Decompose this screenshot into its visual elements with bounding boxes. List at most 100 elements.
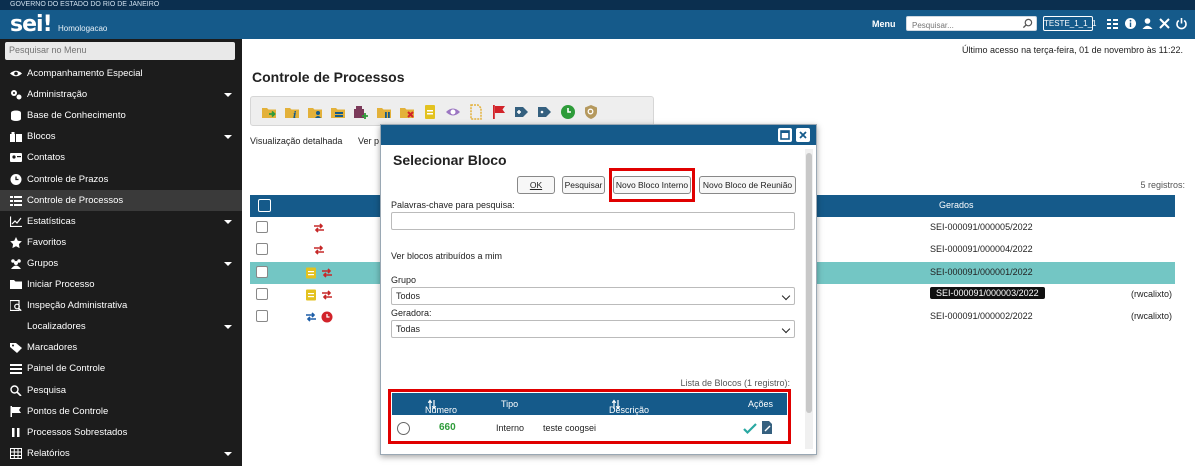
environment-label: Homologacao [58,24,108,33]
tag-edit-icon[interactable] [537,104,553,120]
folder-user-icon[interactable] [307,104,323,120]
caret-down-icon [224,325,232,330]
row-checkbox[interactable] [256,265,268,278]
scrollbar-thumb[interactable] [806,153,812,413]
swap-red-icon[interactable] [321,289,333,301]
star-icon [10,236,22,248]
tag-add-icon[interactable] [514,104,530,120]
info-icon[interactable] [1124,17,1137,30]
search-icon[interactable] [1022,18,1033,29]
note-icon[interactable] [305,289,317,301]
process-number-link[interactable]: SEI-000091/000002/2022 [930,311,1033,321]
document-icon[interactable] [422,104,438,120]
sidebar-item-contatos[interactable]: Contatos [0,147,242,168]
user-icon[interactable] [1141,17,1154,30]
row-checkbox[interactable] [256,287,268,300]
process-number-link[interactable]: SEI-000091/000003/2022 [930,286,1045,299]
sidebar-item-painel-de-controle[interactable]: Painel de Controle [0,358,242,379]
sidebar-item-marcadores[interactable]: Marcadores [0,337,242,358]
sidebar-item-localizadores[interactable]: Localizadores [0,316,242,337]
sidebar-item-controle-de-prazos[interactable]: Controle de Prazos [0,169,242,190]
process-number-link[interactable]: SEI-000091/000004/2022 [930,244,1033,254]
folder-close-icon[interactable] [399,104,415,120]
sidebar-item-blocos[interactable]: Blocos [0,126,242,147]
gov-strip: GOVERNO DO ESTADO DO RIO DE JANEIRO [0,0,1195,10]
database-icon [11,110,21,122]
block-list-caption: Lista de Blocos (1 registro): [680,378,790,388]
header-search-input[interactable] [907,19,1019,32]
sidebar-item-iniciar-processo[interactable]: Iniciar Processo [0,274,242,295]
folder-pause-icon[interactable] [376,104,392,120]
shield-search-icon[interactable] [583,104,599,120]
clock-red-icon[interactable] [321,311,333,323]
top-header: sei! Homologacao Menu TESTE_1_1_1 [0,10,1195,39]
ok-button[interactable]: OK [517,176,555,194]
power-icon[interactable] [1175,17,1188,30]
view-other-link[interactable]: Ver p [358,136,379,146]
list-icon [10,195,22,206]
caret-down-icon [224,93,232,98]
chevron-down-icon [781,324,791,334]
group-select[interactable]: Todos [391,287,795,305]
sidebar-item-relatorios[interactable]: Relatórios [0,443,242,464]
select-all-checkbox[interactable] [258,199,271,212]
view-detailed-link[interactable]: Visualização detalhada [250,136,342,146]
swap-red-icon[interactable] [321,267,333,279]
generator-select[interactable]: Todas [391,320,795,338]
sidebar-item-label: Processos Sobrestados [27,426,128,438]
sidebar-item-label: Inspeção Administrativa [27,300,128,312]
group-label: Grupo [391,275,417,285]
swap-red-icon[interactable] [313,222,325,234]
keywords-input[interactable] [391,212,795,230]
assigned-blocks-link[interactable]: Ver blocos atribuídos a mim [391,251,502,261]
eye-icon[interactable] [445,104,461,120]
menu-toggle[interactable]: Menu [872,19,896,29]
row-checkbox[interactable] [256,310,268,323]
swap-blue-icon[interactable] [305,311,317,323]
folder-assign-icon[interactable] [330,104,346,120]
sidebar-item-processos-sobrestados[interactable]: Processos Sobrestados [0,422,242,443]
svg-text:i: i [293,111,297,120]
blocks-add-icon[interactable] [353,104,369,120]
new-meeting-block-button[interactable]: Novo Bloco de Reunião [699,176,796,194]
close-button[interactable] [796,128,810,142]
folder-send-icon[interactable] [261,104,277,120]
sidebar-item-estatisticas[interactable]: Estatísticas [0,211,242,232]
row-checkbox[interactable] [256,243,268,256]
note-icon[interactable] [305,267,317,279]
clock-icon[interactable] [560,104,576,120]
folder-info-icon[interactable]: i [284,104,300,120]
document-outline-icon[interactable] [468,104,484,120]
sidebar-search-input[interactable] [5,42,225,58]
sidebar-item-grupos[interactable]: Grupos [0,253,242,274]
sei-logo[interactable]: sei! [10,12,53,37]
swap-red-icon[interactable] [313,244,325,256]
maximize-button[interactable] [778,128,792,142]
inspect-icon [10,300,22,312]
sidebar-item-base-de-conhecimento[interactable]: Base de Conhecimento [0,105,242,126]
sidebar-item-pontos-de-controle[interactable]: Pontos de Controle [0,401,242,422]
grid-icon[interactable] [1106,17,1119,30]
sidebar-item-label: Favoritos [27,236,67,248]
sidebar-item-controle-de-processos[interactable]: Controle de Processos [0,189,242,211]
flag-icon[interactable] [491,104,507,120]
column-gerados: Gerados [939,200,974,210]
sidebar-item-favoritos[interactable]: Favoritos [0,232,242,253]
sidebar-item-pesquisa[interactable]: Pesquisa [0,380,242,401]
pause-icon [12,427,20,437]
process-number-link[interactable]: SEI-000091/000005/2022 [930,222,1033,232]
unit-selector[interactable]: TESTE_1_1_1 [1043,16,1096,31]
dialog-scrollbar[interactable] [805,149,813,449]
sidebar-item-label: Marcadores [27,342,78,354]
process-number-link[interactable]: SEI-000091/000001/2022 [930,267,1033,277]
assigned-user: (rwcalixto) [1131,288,1173,299]
sidebar-item-inspecao-administrativa[interactable]: Inspeção Administrativa [0,295,242,316]
header-search [906,16,1037,32]
row-checkbox[interactable] [256,221,268,233]
sidebar-item-acompanhamento-especial[interactable]: Acompanhamento Especial [0,63,242,84]
dialog-titlebar [381,125,816,145]
search-button[interactable]: Pesquisar [562,176,605,194]
sidebar-item-administracao[interactable]: Administração [0,84,242,105]
tools-icon[interactable] [1158,17,1171,30]
clock-icon [10,173,22,185]
